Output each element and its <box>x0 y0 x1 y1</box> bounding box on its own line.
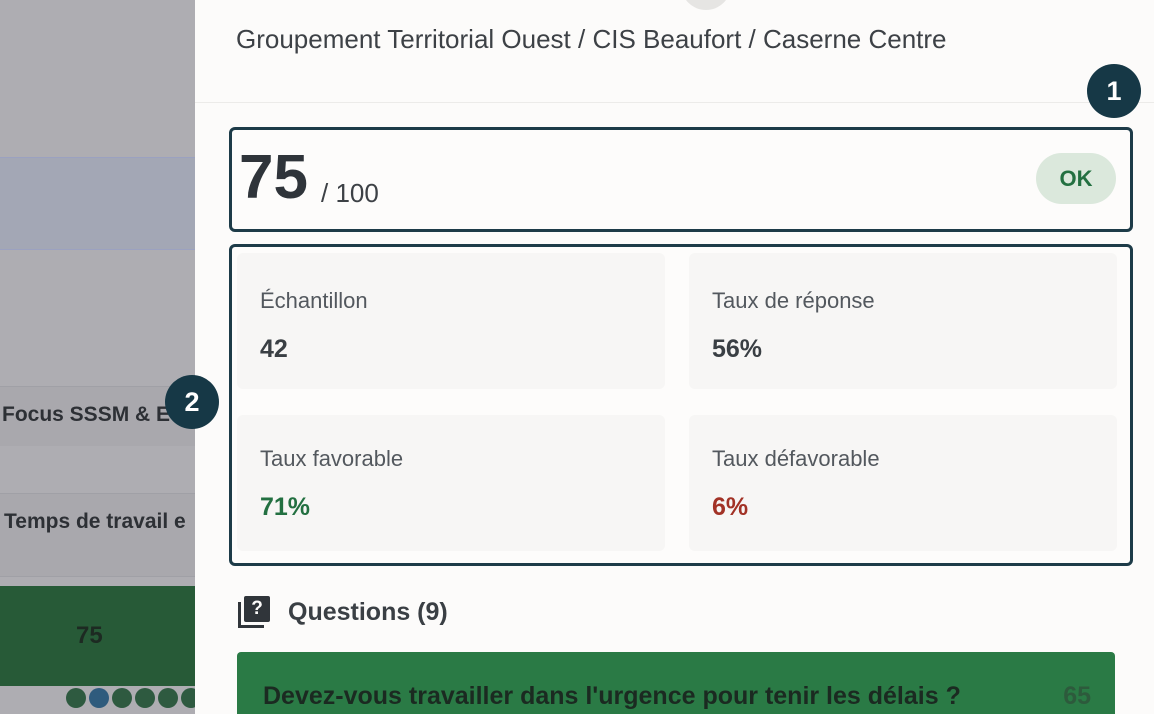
background-dots <box>66 688 195 708</box>
question-mark-icon: ? <box>238 596 270 628</box>
question-text: Devez-vous travailler dans l'urgence pou… <box>263 682 961 710</box>
background-row-label: Focus SSSM & E <box>2 403 171 426</box>
background-score-cell: 75 <box>0 586 195 686</box>
breadcrumb: Groupement Territorial Ouest / CIS Beauf… <box>236 24 947 54</box>
stat-value: 6% <box>712 493 749 521</box>
dot <box>181 688 195 708</box>
questions-title: Questions (9) <box>288 597 448 626</box>
stat-card-taux-favorable: Taux favorable 71% <box>237 415 665 551</box>
dot <box>158 688 178 708</box>
step-marker-1: 1 <box>1087 64 1141 118</box>
question-score: 65 <box>1063 682 1091 710</box>
stat-value: 56% <box>712 335 763 363</box>
status-badge: OK <box>1036 153 1116 204</box>
dot <box>112 688 132 708</box>
detail-drawer: Groupement Territorial Ouest / CIS Beauf… <box>195 0 1154 714</box>
background-row-label: Temps de travail e <box>4 510 186 533</box>
stat-label: Taux de réponse <box>712 288 875 313</box>
questions-header: ? Questions (9) <box>238 596 448 628</box>
dot <box>135 688 155 708</box>
background-row-temps: Temps de travail e <box>0 493 195 577</box>
stat-value: 42 <box>260 335 288 363</box>
stat-card-taux-defavorable: Taux défavorable 6% <box>689 415 1117 551</box>
stat-value: 71% <box>260 493 311 521</box>
stat-card-echantillon: Échantillon 42 <box>237 253 665 389</box>
question-item[interactable]: Devez-vous travailler dans l'urgence pou… <box>237 652 1115 714</box>
background-page: Focus SSSM & E Temps de travail e 75 <box>0 0 195 714</box>
background-score-value: 75 <box>76 622 103 649</box>
stat-label: Échantillon <box>260 288 368 313</box>
stat-label: Taux défavorable <box>712 446 880 471</box>
stat-card-taux-reponse: Taux de réponse 56% <box>689 253 1117 389</box>
background-highlight-band <box>0 157 195 250</box>
step-marker-2: 2 <box>165 375 219 429</box>
score-value: 75 <box>239 143 308 212</box>
score-panel: 75 / 100 OK <box>229 127 1133 232</box>
dot <box>66 688 86 708</box>
divider <box>195 102 1154 103</box>
score-max: / 100 <box>321 178 379 208</box>
stats-panel: Échantillon 42 Taux de réponse 56% Taux … <box>229 244 1133 566</box>
avatar <box>681 0 731 10</box>
dot <box>89 688 109 708</box>
stat-label: Taux favorable <box>260 446 404 471</box>
